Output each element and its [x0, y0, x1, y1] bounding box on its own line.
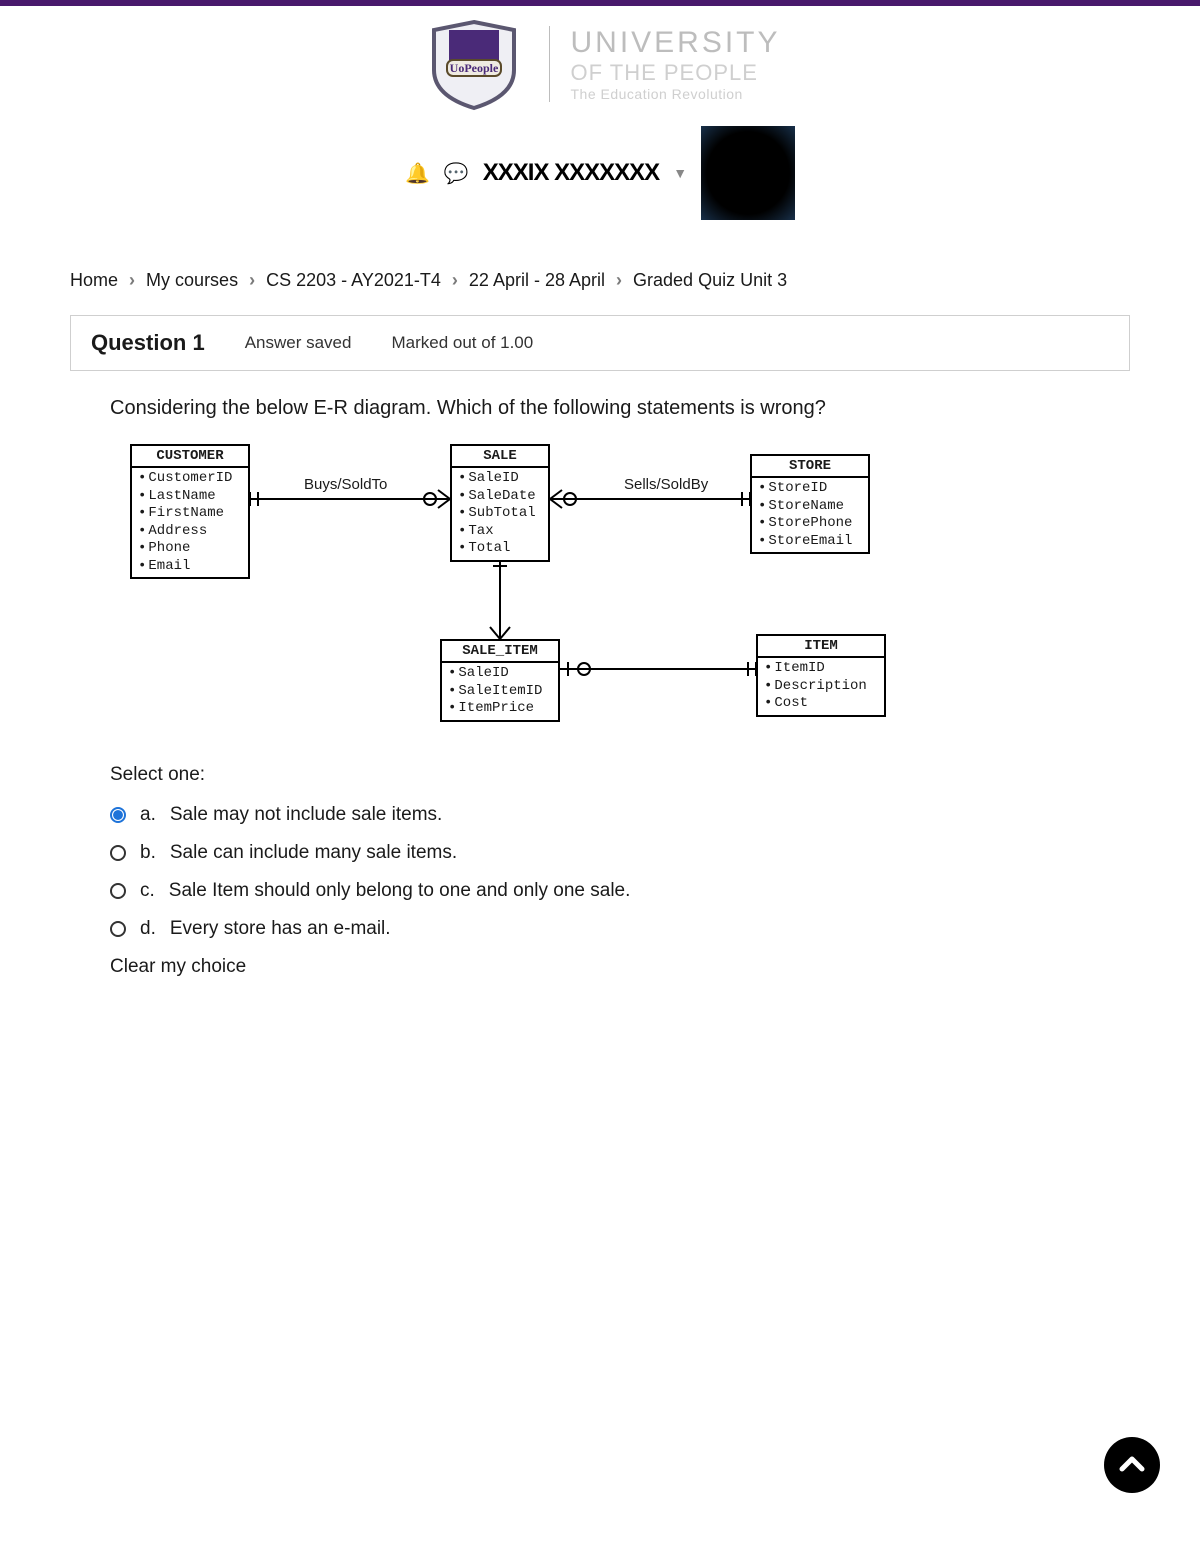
attr: StoreID [758, 480, 862, 498]
option-text: Sale may not include sale items. [170, 804, 442, 826]
option-letter: b. [140, 842, 156, 864]
brand-line3: The Education Revolution [570, 86, 780, 102]
attr: CustomerID [138, 470, 242, 488]
attr: SaleDate [458, 488, 542, 506]
entity-title: SALE_ITEM [442, 641, 558, 663]
brand-text: UNIVERSITY OF THE PEOPLE The Education R… [549, 26, 780, 102]
chevron-right-icon: › [616, 270, 622, 290]
entity-title: SALE [452, 446, 548, 468]
scroll-to-top-button[interactable] [1104, 1437, 1160, 1493]
svg-text:UoPeople: UoPeople [450, 61, 499, 75]
entity-title: CUSTOMER [132, 446, 248, 468]
main-content: Home › My courses › CS 2203 - AY2021-T4 … [0, 270, 1200, 1038]
brand-line2: OF THE PEOPLE [570, 60, 780, 86]
radio-icon[interactable] [110, 845, 126, 861]
answer-options: a. Sale may not include sale items. b. S… [110, 804, 1130, 940]
attr: ItemPrice [448, 700, 552, 718]
option-text: Every store has an e-mail. [170, 918, 391, 940]
option-d[interactable]: d. Every store has an e-mail. [110, 918, 1130, 940]
entity-customer: CUSTOMER CustomerID LastName FirstName A… [130, 444, 250, 579]
user-bar: 🔔 💬 XXXIX XXXXXXX ▼ [405, 126, 795, 220]
radio-icon[interactable] [110, 807, 126, 823]
option-letter: a. [140, 804, 156, 826]
site-header: UoPeople UNIVERSITY OF THE PEOPLE The Ed… [0, 6, 1200, 240]
attr: SaleID [448, 665, 552, 683]
select-one-label: Select one: [110, 764, 1130, 786]
question-prompt: Considering the below E-R diagram. Which… [110, 397, 1130, 420]
attr: ItemID [764, 660, 878, 678]
chevron-up-icon [1116, 1449, 1148, 1481]
avatar[interactable] [701, 126, 795, 220]
attr: StorePhone [758, 515, 862, 533]
entity-saleitem: SALE_ITEM SaleID SaleItemID ItemPrice [440, 639, 560, 722]
entity-title: STORE [752, 456, 868, 478]
logo-shield-icon: UoPeople [419, 16, 529, 112]
option-text: Sale can include many sale items. [170, 842, 457, 864]
option-a[interactable]: a. Sale may not include sale items. [110, 804, 1130, 826]
option-letter: c. [140, 880, 155, 902]
attr: Tax [458, 523, 542, 541]
option-c[interactable]: c. Sale Item should only belong to one a… [110, 880, 1130, 902]
clear-choice-link[interactable]: Clear my choice [110, 956, 1130, 978]
attr: Phone [138, 540, 242, 558]
entity-sale: SALE SaleID SaleDate SubTotal Tax Total [450, 444, 550, 562]
attr: Description [764, 678, 878, 696]
option-text: Sale Item should only belong to one and … [169, 880, 631, 902]
attr: Email [138, 558, 242, 576]
question-card: Question 1 Answer saved Marked out of 1.… [70, 315, 1130, 371]
crumb-mycourses[interactable]: My courses [146, 270, 238, 290]
chevron-right-icon: › [452, 270, 458, 290]
chevron-right-icon: › [129, 270, 135, 290]
attr: StoreEmail [758, 533, 862, 551]
rel-sells: Sells/SoldBy [620, 476, 712, 493]
radio-icon[interactable] [110, 921, 126, 937]
rel-buys: Buys/SoldTo [300, 476, 391, 493]
entity-title: ITEM [758, 636, 884, 658]
entity-item: ITEM ItemID Description Cost [756, 634, 886, 717]
radio-icon[interactable] [110, 883, 126, 899]
attr: Address [138, 523, 242, 541]
question-number: Question 1 [91, 330, 205, 356]
brand-line1: UNIVERSITY [570, 26, 780, 60]
attr: LastName [138, 488, 242, 506]
chevron-down-icon[interactable]: ▼ [673, 165, 687, 181]
user-name[interactable]: XXXIX XXXXXXX [483, 159, 659, 187]
question-marks: Marked out of 1.00 [391, 333, 533, 353]
brand-block: UoPeople UNIVERSITY OF THE PEOPLE The Ed… [419, 16, 780, 112]
attr: FirstName [138, 505, 242, 523]
chat-icon[interactable]: 💬 [444, 161, 469, 186]
attr: Cost [764, 695, 878, 713]
attr: SaleID [458, 470, 542, 488]
entity-store: STORE StoreID StoreName StorePhone Store… [750, 454, 870, 554]
crumb-home[interactable]: Home [70, 270, 118, 290]
attr: SubTotal [458, 505, 542, 523]
option-letter: d. [140, 918, 156, 940]
crumb-course[interactable]: CS 2203 - AY2021-T4 [266, 270, 441, 290]
attr: StoreName [758, 498, 862, 516]
crumb-week[interactable]: 22 April - 28 April [469, 270, 605, 290]
attr: SaleItemID [448, 683, 552, 701]
breadcrumb: Home › My courses › CS 2203 - AY2021-T4 … [70, 270, 1130, 291]
option-b[interactable]: b. Sale can include many sale items. [110, 842, 1130, 864]
er-diagram: CUSTOMER CustomerID LastName FirstName A… [130, 444, 910, 724]
question-status: Answer saved [245, 333, 352, 353]
chevron-right-icon: › [249, 270, 255, 290]
attr: Total [458, 540, 542, 558]
bell-icon[interactable]: 🔔 [405, 161, 430, 186]
crumb-quiz[interactable]: Graded Quiz Unit 3 [633, 270, 787, 290]
